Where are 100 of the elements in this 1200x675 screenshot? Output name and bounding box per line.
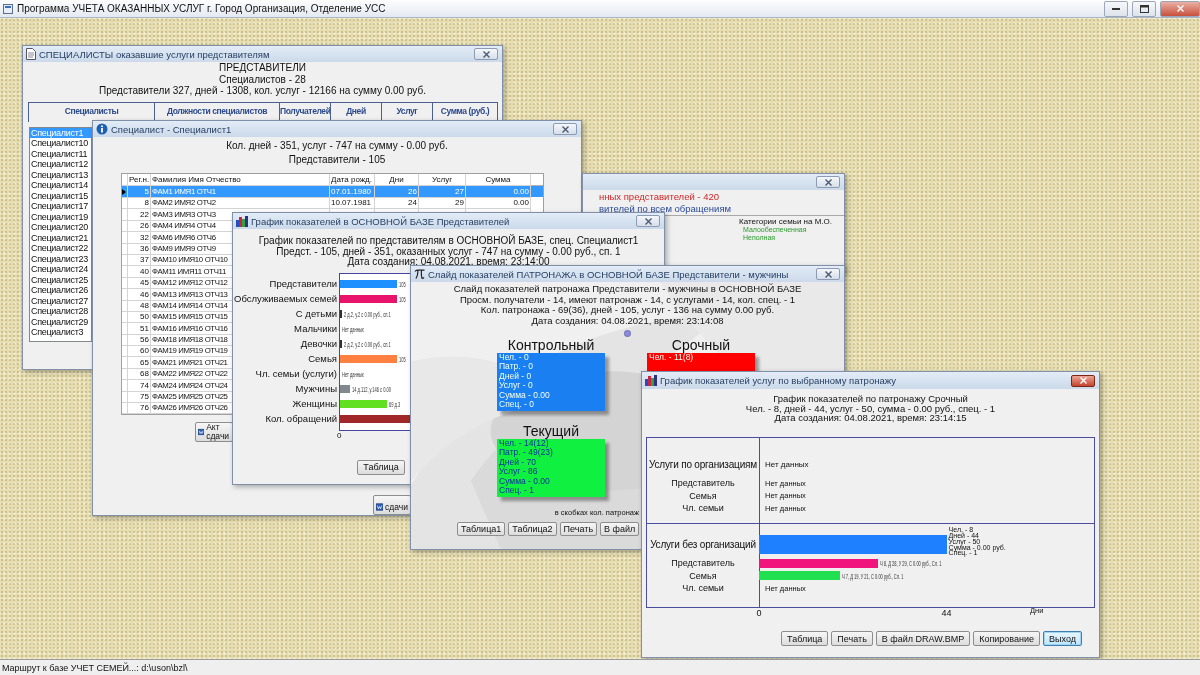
table-cell: 0.00 — [513, 197, 529, 209]
table-cell: 32 — [140, 231, 149, 243]
app-icon — [3, 3, 13, 14]
info-text: Представители 327, дней - 1308, кол. услуг - 12166 на сумму 0.00 руб. — [99, 85, 426, 97]
close-icon — [824, 270, 832, 278]
list-item[interactable]: Специалист11 — [30, 148, 91, 159]
close-icon — [482, 50, 490, 58]
table-button[interactable]: Таблица — [357, 459, 405, 475]
stats-line: Спец. - 0 — [499, 400, 534, 410]
document-icon — [26, 48, 36, 60]
bar-label: Мальчики — [294, 322, 337, 334]
table-cell: 22 — [140, 208, 149, 220]
list-item[interactable]: Специалист25 — [30, 274, 91, 285]
bar-label: Женщины — [292, 397, 337, 409]
action-button[interactable]: Выход — [1043, 631, 1082, 647]
column-header[interactable]: Специалисты — [29, 102, 154, 122]
info-text: График показателей по патронажу Срочный — [773, 394, 968, 404]
list-item[interactable]: Специалист27 — [30, 295, 91, 306]
stats-line: Сумма - 0.00 — [499, 476, 550, 487]
window-title: Специалист - Специалист1 — [111, 123, 232, 135]
table-cell: 26 — [140, 220, 149, 232]
list-item[interactable]: Специалист28 — [30, 306, 91, 317]
list-item[interactable]: Специалист21 — [30, 232, 91, 243]
table-cell: 37 — [140, 254, 149, 266]
bar-label: Чл. семьи — [682, 503, 724, 514]
list-item[interactable]: Специалист13 — [30, 169, 91, 180]
value-label: Нет данных — [342, 324, 364, 334]
value-label: Нет данных — [764, 459, 809, 469]
stats-line: Чел. - 11(8) — [649, 352, 694, 363]
stats-line: Чел. - 14(12) — [499, 438, 549, 449]
table-cell: 8 — [144, 197, 149, 209]
column-header[interactable]: Услуг — [431, 174, 453, 185]
close-button[interactable] — [816, 268, 840, 280]
close-icon — [824, 178, 832, 186]
action-button[interactable]: Копирование — [973, 631, 1041, 647]
section-title: Услуги без организаций — [650, 538, 756, 550]
list-item[interactable]: Специалист20 — [30, 222, 91, 233]
info-text: График показателей по представителям в ОСНОВНОЙ БАЗЕ, спец. Специалист1 — [258, 236, 639, 247]
value-label: 105 — [398, 294, 406, 304]
list-item[interactable]: Специалист24 — [30, 264, 91, 275]
bar-label: Семья — [689, 490, 717, 501]
value-label: 105 — [398, 279, 406, 289]
column-header[interactable]: Рег.н. — [129, 174, 150, 185]
stats-line: Услуг - 0 — [499, 381, 533, 391]
table-cell: 50 — [140, 311, 149, 323]
bar-label: Представитель — [671, 478, 735, 489]
value-label: Ч 8, Д 28, У 29, С 0.00 руб., Сл. 1 — [880, 559, 942, 569]
list-item[interactable]: Специалист10 — [30, 138, 91, 149]
table-cell: 74 — [140, 379, 149, 391]
action-button[interactable]: В файл DRAW.BMP — [875, 631, 971, 647]
list-item[interactable]: Специалист12 — [30, 159, 91, 170]
table-cell: 60 — [140, 345, 149, 357]
close-icon — [1176, 5, 1184, 12]
list-item[interactable]: Специалист29 — [30, 316, 91, 327]
action-button[interactable]: Печать — [831, 631, 873, 647]
group-title: Срочный — [671, 336, 731, 353]
close-button[interactable] — [1160, 0, 1200, 17]
column-header[interactable]: Сумма — [485, 174, 511, 185]
action-button[interactable]: Таблица — [781, 631, 829, 647]
list-item[interactable]: Специалист26 — [30, 285, 91, 296]
close-icon — [561, 125, 569, 133]
table-cell: 29 — [455, 197, 464, 209]
info-text: Предст. - 105, дней - 351, оказанных услуг - 747 на сумму - 0.00 руб., сп. 1 — [276, 246, 621, 257]
info-text: Чел. - 8, дней - 44, услуг - 50, сумма - 0.00 руб., спец. - 1 — [745, 403, 996, 414]
list-item[interactable]: Специалист22 — [30, 243, 91, 254]
section-title: Услуги по организациям — [649, 458, 757, 470]
list-item[interactable]: Специалист23 — [30, 253, 91, 264]
table-cell: 5 — [144, 186, 149, 197]
close-button[interactable] — [816, 176, 840, 188]
list-item[interactable]: Специалист17 — [30, 201, 91, 212]
minimize-button[interactable] — [1104, 0, 1128, 17]
window-title: График показателей услуг по выбранному патронажу — [660, 375, 896, 386]
pi-icon — [414, 269, 425, 279]
act-button[interactable]: Акт сдачи — [195, 421, 233, 442]
close-button[interactable] — [636, 215, 660, 227]
table-cell: 48 — [140, 299, 149, 311]
stats-line: Патр. - 0 — [499, 362, 533, 372]
document-icon — [376, 502, 384, 512]
list-item[interactable]: Специалист3 — [30, 327, 91, 338]
info-text: Специалистов - 28 — [219, 73, 306, 85]
stats-line: Спец. - 1 — [499, 486, 534, 496]
maximize-button[interactable] — [1132, 0, 1156, 17]
stats-line: Дней - 70 — [499, 457, 536, 468]
list-item[interactable]: Специалист14 — [30, 180, 91, 191]
list-item[interactable]: Специалист19 — [30, 211, 91, 222]
column-header[interactable]: Дни — [389, 174, 404, 185]
info-text: Дата создания: 04.08.2021, время: 23:14:15 — [774, 413, 967, 424]
table-cell: 40 — [140, 265, 149, 277]
close-button[interactable] — [474, 48, 498, 60]
act-button[interactable]: сдачи — [373, 495, 411, 515]
window-title: График показателей в ОСНОВНОЙ БАЗЕ Представителей — [251, 215, 510, 227]
column-header[interactable]: Дата рожд. — [331, 174, 372, 185]
close-button[interactable] — [553, 123, 577, 135]
bar-label: Девочки — [300, 337, 337, 349]
bar-label: Чл. семьи (услуги) — [255, 367, 337, 379]
list-item[interactable]: Специалист15 — [30, 190, 91, 201]
close-button[interactable] — [1071, 374, 1095, 387]
dot-icon — [624, 329, 631, 337]
stats-line: Услуг - 86 — [499, 467, 538, 477]
column-header[interactable]: Фамилия Имя Отчество — [152, 174, 241, 185]
